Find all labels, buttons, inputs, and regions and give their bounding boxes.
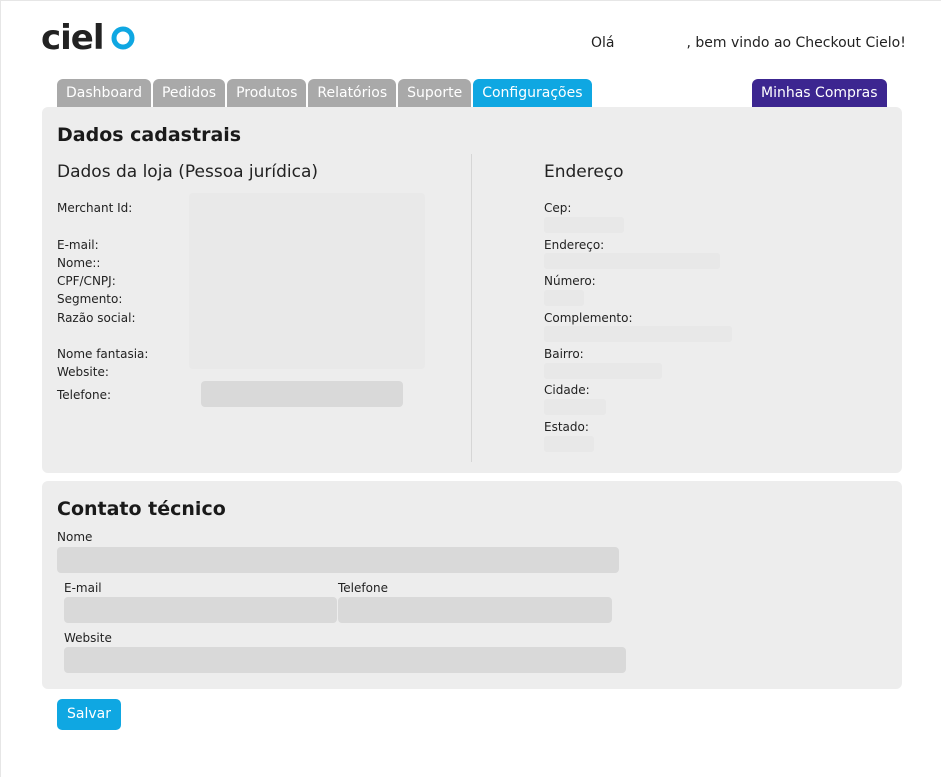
contato-email-label: E-mail (64, 581, 102, 595)
loja-values-redacted (189, 193, 425, 369)
cep-label: Cep: (544, 201, 572, 215)
cidade-label: Cidade: (544, 383, 590, 397)
endereco-label: Endereço: (544, 238, 605, 252)
save-button[interactable]: Salvar (57, 699, 121, 730)
svg-text:ciel: ciel (41, 19, 104, 55)
cpf-cnpj-label: CPF/CNPJ: (57, 274, 116, 288)
greeting-prefix: Olá (591, 35, 615, 51)
contato-telefone-input[interactable] (338, 597, 612, 623)
email-label: E-mail: (57, 238, 99, 252)
numero-label: Número: (544, 274, 596, 288)
contato-telefone-label: Telefone (338, 581, 388, 595)
tab-produtos[interactable]: Produtos (227, 79, 307, 107)
tab-dashboard[interactable]: Dashboard (57, 79, 151, 107)
bairro-value-redacted (544, 363, 662, 379)
razao-social-label: Razão social: (57, 311, 136, 325)
segmento-label: Segmento: (57, 292, 123, 306)
merchant-id-label: Merchant Id: (57, 201, 133, 215)
nome-label: Nome:: (57, 256, 101, 270)
dados-cadastrais-title: Dados cadastrais (57, 124, 242, 146)
contato-tecnico-title: Contato técnico (57, 498, 226, 520)
greeting-suffix: , bem vindo ao Checkout Cielo! (686, 35, 906, 51)
tab-suporte[interactable]: Suporte (398, 79, 472, 107)
endereco-subtitle: Endereço (544, 162, 624, 182)
telefone-input[interactable] (201, 381, 403, 407)
section-divider (471, 154, 472, 462)
dados-loja-subtitle: Dados da loja (Pessoa jurídica) (57, 162, 319, 182)
contato-email-input[interactable] (64, 597, 337, 623)
contato-nome-input[interactable] (57, 547, 619, 573)
tab-pedidos[interactable]: Pedidos (152, 79, 226, 107)
website-label: Website: (57, 365, 109, 379)
contato-website-label: Website (64, 631, 112, 645)
contato-tecnico-panel: Contato técnico Nome E-mail Telefone Web… (42, 481, 902, 689)
main-nav-tabs: Dashboard Pedidos Produtos Relatórios Su… (57, 79, 592, 107)
cidade-value-redacted (544, 399, 606, 415)
complemento-value-redacted (544, 326, 732, 342)
bairro-label: Bairro: (544, 347, 584, 361)
numero-value-redacted (544, 290, 584, 306)
tab-minhas-compras[interactable]: Minhas Compras (752, 79, 887, 107)
endereco-value-redacted (544, 253, 720, 269)
welcome-greeting: Olá , bem vindo ao Checkout Cielo! (591, 35, 906, 51)
telefone-label: Telefone: (57, 388, 111, 402)
tab-configuracoes[interactable]: Configurações (473, 79, 592, 107)
cielo-logo: ciel (41, 19, 135, 55)
estado-value-redacted (544, 436, 594, 452)
nome-fantasia-label: Nome fantasia: (57, 347, 149, 361)
estado-label: Estado: (544, 420, 589, 434)
contato-nome-label: Nome (57, 530, 93, 544)
tab-relatorios[interactable]: Relatórios (308, 79, 397, 107)
complemento-label: Complemento: (544, 311, 633, 325)
cep-value-redacted (544, 217, 624, 233)
dados-cadastrais-panel: Dados cadastrais Dados da loja (Pessoa j… (42, 107, 902, 473)
contato-website-input[interactable] (64, 647, 626, 673)
